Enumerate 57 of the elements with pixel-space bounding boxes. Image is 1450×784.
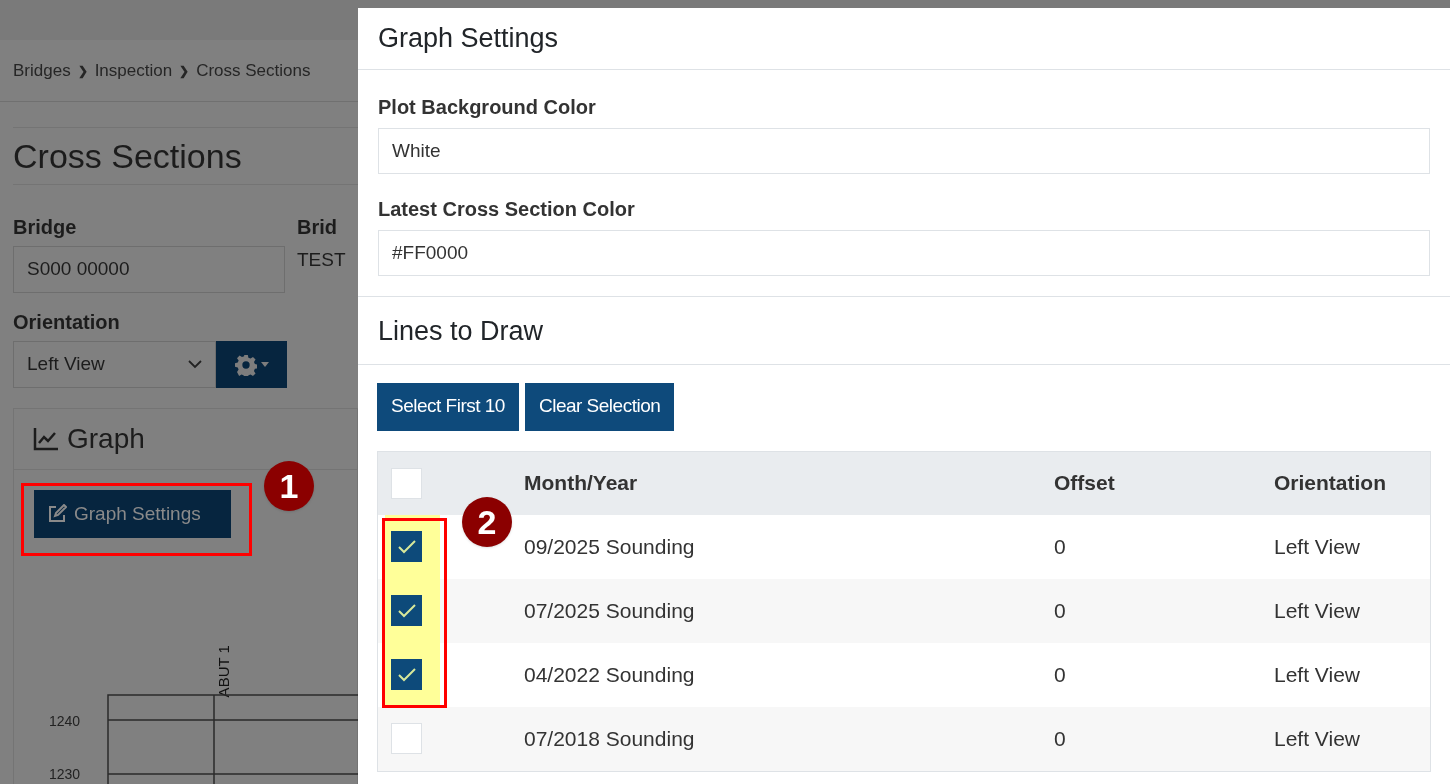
action-button[interactable]: Clear Selection bbox=[524, 382, 675, 431]
table-cell-text: Left View bbox=[1274, 597, 1360, 624]
table-cell-text: 0 bbox=[1054, 725, 1067, 752]
graph-settings-button[interactable]: Graph Settings bbox=[34, 490, 231, 538]
checkbox[interactable] bbox=[391, 723, 422, 754]
field-label: Bridge bbox=[13, 215, 78, 240]
table-row[interactable]: 07/2025 Sounding 0 Left View bbox=[378, 578, 1430, 643]
line-chart-icon bbox=[33, 427, 59, 451]
table-cell-text: 09/2025 Sounding bbox=[524, 533, 696, 560]
table-cell-text: 07/2018 Sounding bbox=[524, 725, 696, 752]
table-cell-text: Left View bbox=[1274, 661, 1360, 688]
column-header[interactable]: Offset bbox=[1054, 467, 1274, 499]
text-field[interactable]: #FF0000 bbox=[378, 230, 1430, 276]
check-icon bbox=[396, 538, 417, 555]
field-label: Plot Background Color bbox=[378, 95, 597, 120]
tick-label: 1230 bbox=[49, 765, 81, 784]
orientation-select[interactable]: Left View bbox=[13, 341, 216, 388]
drawer-title: Graph Settings bbox=[378, 22, 559, 56]
check-icon bbox=[396, 602, 417, 619]
caret-icon bbox=[260, 362, 269, 367]
marker-label: ABUT 1 bbox=[213, 644, 233, 700]
table-cell-text: 07/2025 Sounding bbox=[524, 597, 696, 624]
tick-label: 1240 bbox=[49, 712, 81, 731]
check-icon bbox=[396, 666, 417, 683]
chevron-icon bbox=[188, 360, 202, 369]
action-button[interactable]: Select First 10 bbox=[377, 382, 519, 431]
breadcrumb-separator: ❯ bbox=[179, 62, 190, 80]
column-header[interactable]: Month/Year bbox=[524, 467, 1054, 499]
checkbox[interactable] bbox=[391, 595, 422, 626]
callout-badge: 1 bbox=[264, 461, 314, 511]
bridge-field[interactable]: S000 00000 bbox=[13, 246, 285, 293]
breadcrumb-link[interactable]: Cross Sections bbox=[196, 57, 311, 84]
table-cell-text: 04/2022 Sounding bbox=[524, 661, 696, 688]
field-label: Latest Cross Section Color bbox=[378, 197, 636, 222]
card-title: Graph bbox=[67, 422, 145, 456]
breadcrumb-separator: ❯ bbox=[77, 62, 88, 80]
table-cell-text: 0 bbox=[1054, 597, 1067, 624]
edit-icon bbox=[47, 504, 67, 524]
text-field[interactable]: White bbox=[378, 128, 1430, 174]
breadcrumb-link[interactable]: Bridges bbox=[13, 57, 71, 84]
settings-dropdown-button[interactable] bbox=[216, 341, 287, 388]
checkbox[interactable] bbox=[391, 467, 422, 499]
table-cell-text: 0 bbox=[1054, 533, 1067, 560]
field-label: Orientation bbox=[13, 310, 121, 335]
table-cell-text: Left View bbox=[1274, 533, 1360, 560]
table-cell-text: Left View bbox=[1274, 725, 1360, 752]
section-title: Lines to Draw bbox=[378, 315, 545, 348]
page-heading: Cross Sections bbox=[13, 139, 242, 173]
gear-icon bbox=[234, 353, 257, 376]
field-label: Brid bbox=[297, 215, 338, 240]
column-header[interactable]: Orientation bbox=[1274, 467, 1386, 499]
breadcrumb-link[interactable]: Inspection bbox=[94, 57, 173, 84]
checkbox[interactable] bbox=[391, 659, 422, 690]
checkbox[interactable] bbox=[391, 531, 422, 562]
table-row[interactable]: 07/2018 Sounding 0 Left View bbox=[378, 706, 1430, 771]
table-cell-text: 0 bbox=[1054, 661, 1067, 688]
field-value: TEST bbox=[297, 248, 346, 272]
